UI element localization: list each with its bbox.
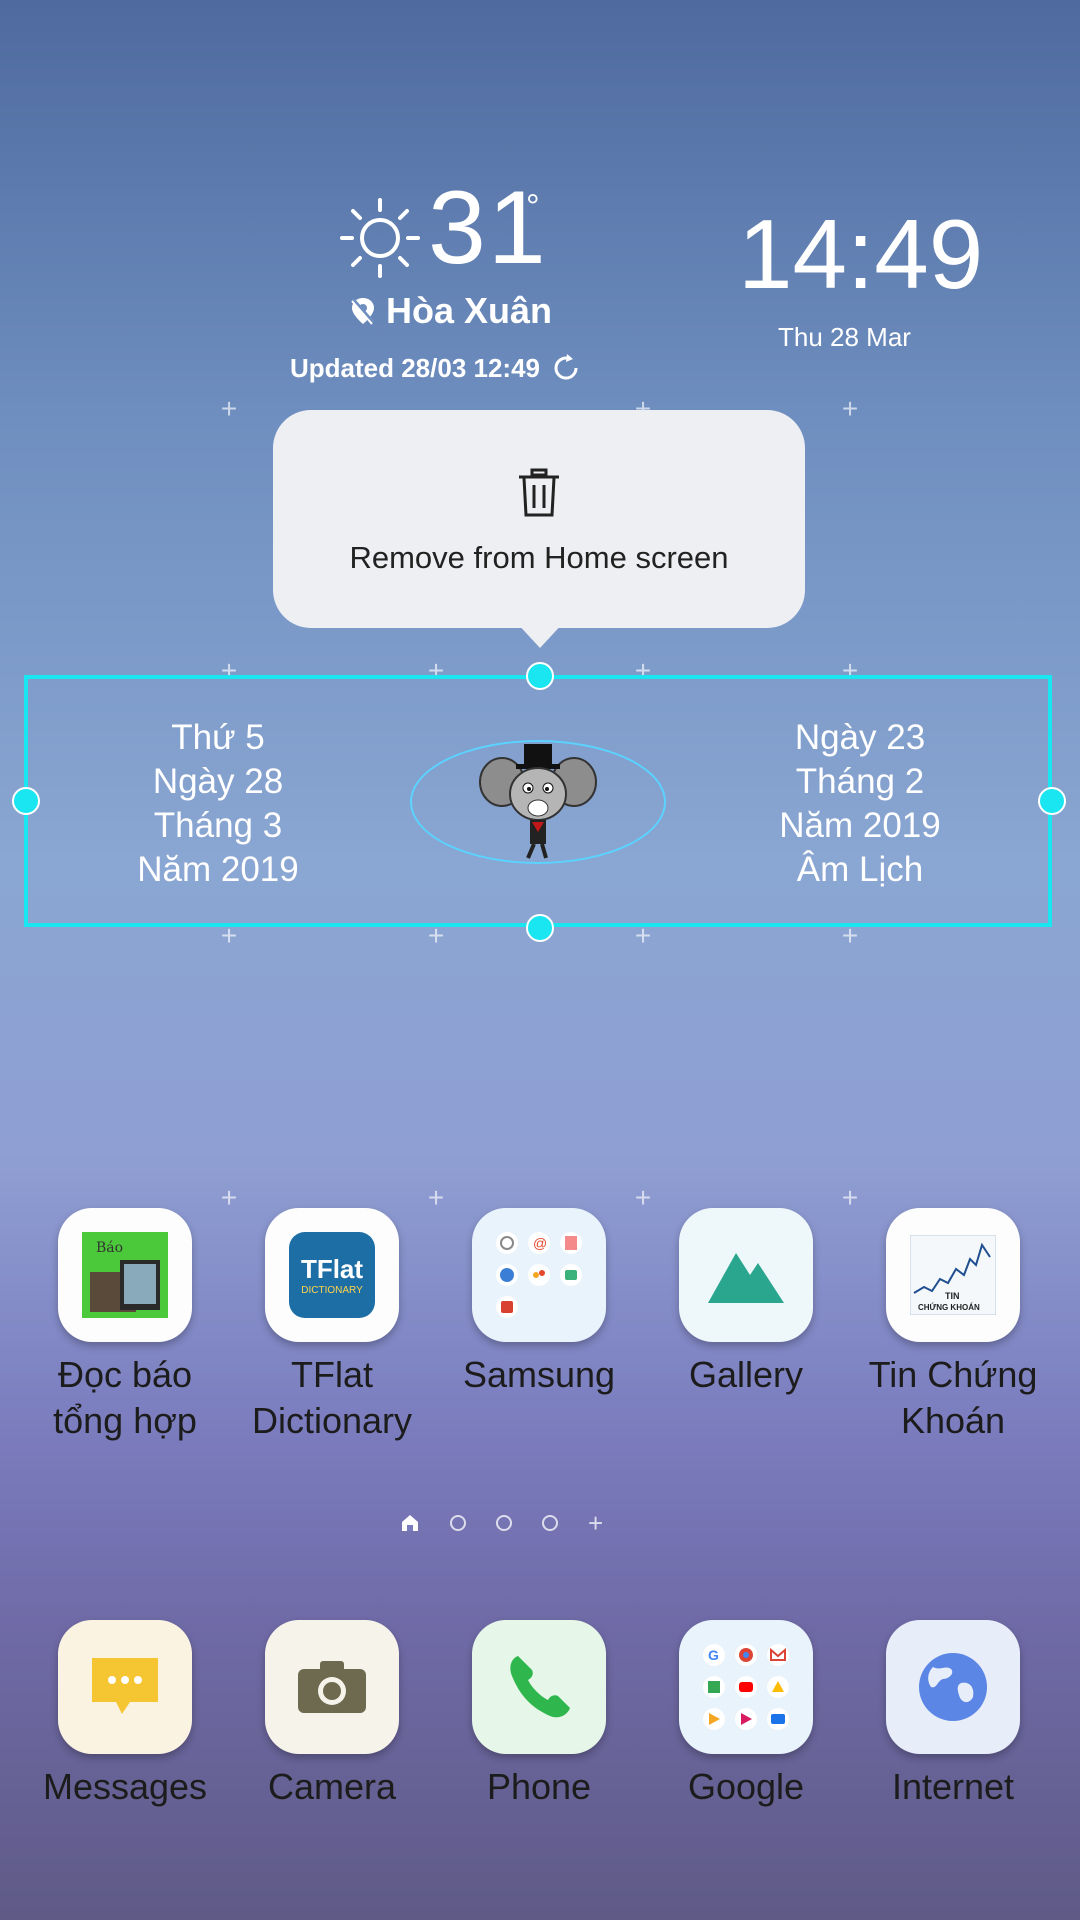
app-gallery[interactable]: Gallery bbox=[646, 1208, 846, 1398]
weather-location[interactable]: Hòa Xuân bbox=[350, 290, 552, 332]
dock-messages[interactable]: Messages bbox=[25, 1620, 225, 1810]
resize-handle-right[interactable] bbox=[1038, 787, 1066, 815]
grid-marker: + bbox=[220, 393, 238, 424]
clock-date[interactable]: Thu 28 Mar bbox=[778, 322, 911, 353]
add-page-icon[interactable]: + bbox=[588, 1510, 603, 1536]
location-label: Hòa Xuân bbox=[386, 290, 553, 331]
lunar-date: Ngày 23 Tháng 2 Năm 2019 Âm Lịch bbox=[746, 716, 974, 892]
dock-google-folder[interactable]: G Google bbox=[646, 1620, 846, 1810]
tflat-icon: TFlat DICTIONARY bbox=[265, 1208, 399, 1342]
news-icon: Báo bbox=[58, 1208, 192, 1342]
page-indicator[interactable]: + bbox=[400, 1510, 603, 1536]
app-label: Messages bbox=[42, 1766, 208, 1807]
resize-handle-left[interactable] bbox=[12, 787, 40, 815]
app-label: Google bbox=[687, 1766, 805, 1807]
lunar-label: Âm Lịch bbox=[796, 850, 924, 889]
app-tin-chung-khoan[interactable]: TIN CHỨNG KHOÁN Tin Chứng Khoán bbox=[853, 1208, 1053, 1444]
solar-day: Ngày 28 bbox=[152, 762, 284, 801]
gallery-icon bbox=[679, 1208, 813, 1342]
mouse-mascot-icon bbox=[479, 744, 597, 859]
trash-icon bbox=[519, 468, 559, 517]
app-folder-samsung[interactable]: @ Samsung bbox=[439, 1208, 639, 1398]
remove-from-home-label[interactable]: Remove from Home screen bbox=[273, 540, 805, 576]
sunny-weather-icon bbox=[340, 198, 420, 278]
dock-internet[interactable]: Internet bbox=[853, 1620, 1053, 1810]
solar-year: Năm 2019 bbox=[137, 850, 299, 889]
svg-text:G: G bbox=[708, 1647, 719, 1663]
solar-date: Thứ 5 Ngày 28 Tháng 3 Năm 2019 bbox=[108, 716, 328, 892]
home-page-icon[interactable] bbox=[400, 1513, 420, 1533]
popup-pointer bbox=[516, 622, 564, 648]
globe-icon bbox=[886, 1620, 1020, 1754]
camera-icon bbox=[265, 1620, 399, 1754]
app-label: Camera bbox=[267, 1766, 397, 1807]
stock-chart-icon: TIN CHỨNG KHOÁN bbox=[886, 1208, 1020, 1342]
grid-marker: + bbox=[841, 393, 859, 424]
page-dot[interactable] bbox=[450, 1515, 466, 1531]
lunar-day: Ngày 23 bbox=[794, 718, 926, 757]
page-dot[interactable] bbox=[542, 1515, 558, 1531]
app-doc-bao[interactable]: Báo Đọc báo tổng hợp bbox=[25, 1208, 225, 1444]
folder-icon: @ bbox=[472, 1208, 606, 1342]
resize-handle-top[interactable] bbox=[526, 662, 554, 690]
app-tflat-dictionary[interactable]: TFlat DICTIONARY TFlat Dictionary bbox=[232, 1208, 432, 1444]
svg-text:TIN: TIN bbox=[945, 1291, 960, 1301]
folder-icon: G bbox=[679, 1620, 813, 1754]
svg-text:Báo: Báo bbox=[96, 1240, 123, 1256]
degree-symbol: ° bbox=[526, 188, 540, 226]
app-label: Samsung bbox=[462, 1354, 616, 1395]
lunar-month: Tháng 2 bbox=[795, 762, 925, 801]
svg-text:CHỨNG KHOÁN: CHỨNG KHOÁN bbox=[918, 1303, 980, 1312]
dock-camera[interactable]: Camera bbox=[232, 1620, 432, 1810]
refresh-icon[interactable] bbox=[550, 352, 582, 384]
lunar-year: Năm 2019 bbox=[779, 806, 941, 845]
solar-month: Tháng 3 bbox=[153, 806, 283, 845]
app-label: Internet bbox=[891, 1766, 1015, 1807]
page-dot[interactable] bbox=[496, 1515, 512, 1531]
app-label: Tin Chứng Khoán bbox=[868, 1354, 1038, 1441]
clock-time[interactable]: 14:49 bbox=[738, 205, 983, 303]
app-label: Gallery bbox=[688, 1354, 804, 1395]
dock-phone[interactable]: Phone bbox=[439, 1620, 639, 1810]
messages-icon bbox=[58, 1620, 192, 1754]
app-label: Phone bbox=[486, 1766, 592, 1807]
phone-icon bbox=[472, 1620, 606, 1754]
weather-updated[interactable]: Updated 28/03 12:49 bbox=[290, 352, 582, 384]
remove-popup[interactable]: Remove from Home screen bbox=[273, 410, 805, 628]
updated-label: Updated 28/03 12:49 bbox=[290, 352, 541, 383]
app-label: TFlat Dictionary bbox=[251, 1354, 413, 1441]
app-label: Đọc báo tổng hợp bbox=[53, 1354, 197, 1441]
resize-handle-bottom[interactable] bbox=[526, 914, 554, 942]
solar-weekday: Thứ 5 bbox=[171, 718, 265, 757]
location-off-icon bbox=[351, 298, 375, 325]
svg-text:@: @ bbox=[533, 1235, 547, 1251]
